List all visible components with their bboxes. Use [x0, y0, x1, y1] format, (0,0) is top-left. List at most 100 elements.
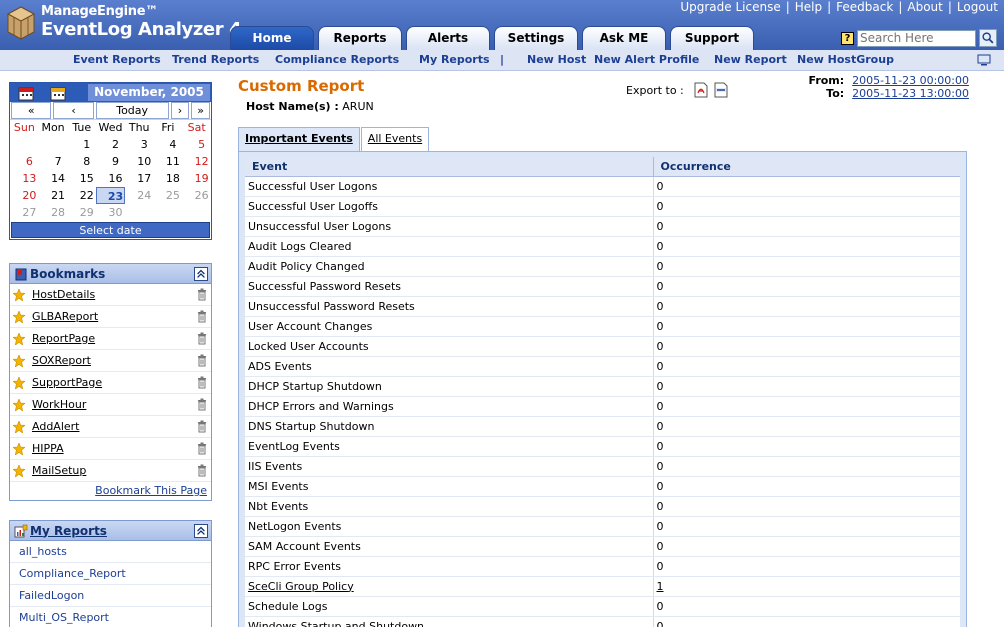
- help-icon[interactable]: ?: [841, 31, 854, 45]
- calendar-day[interactable]: 20: [10, 187, 39, 204]
- calendar-day[interactable]: 12: [182, 153, 211, 170]
- calendar-day[interactable]: 4: [154, 136, 183, 153]
- calendar-range-icon[interactable]: [49, 85, 67, 101]
- calendar-day[interactable]: 22: [67, 187, 96, 204]
- tab-all-events[interactable]: All Events: [360, 127, 430, 151]
- trash-icon[interactable]: [197, 288, 207, 301]
- next-year-button[interactable]: »: [191, 102, 210, 119]
- csv-export-icon[interactable]: [714, 82, 728, 98]
- calendar-day[interactable]: 2: [96, 136, 125, 153]
- subnav-my-reports[interactable]: My Reports: [419, 53, 490, 66]
- subnav-new-alert-profile[interactable]: New Alert Profile: [594, 53, 699, 66]
- calendar-day[interactable]: 9: [96, 153, 125, 170]
- pdf-export-icon[interactable]: [694, 82, 708, 98]
- event-occurrence: 0: [653, 396, 960, 417]
- trash-icon[interactable]: [197, 398, 207, 411]
- host-value: ARUN: [342, 100, 374, 113]
- calendar-day-today[interactable]: 23: [96, 187, 125, 204]
- tab-support[interactable]: Support: [670, 26, 754, 50]
- calendar-day[interactable]: 14: [39, 170, 68, 187]
- next-month-button[interactable]: ›: [170, 102, 190, 119]
- bookmark-link[interactable]: AddAlert: [32, 420, 79, 433]
- subnav-new-report[interactable]: New Report: [714, 53, 787, 66]
- bookmark-link[interactable]: SOXReport: [32, 354, 91, 367]
- bookmark-link[interactable]: MailSetup: [32, 464, 86, 477]
- event-occurrence: 0: [653, 256, 960, 277]
- bookmark-item: GLBAReport: [10, 306, 211, 328]
- report-link[interactable]: Compliance_Report: [19, 567, 126, 580]
- bookmark-link[interactable]: SupportPage: [32, 376, 102, 389]
- calendar-day[interactable]: 16: [96, 170, 125, 187]
- today-button[interactable]: Today: [95, 102, 169, 119]
- bookmark-link[interactable]: HIPPA: [32, 442, 64, 455]
- trash-icon[interactable]: [197, 464, 207, 477]
- calendar-day[interactable]: 1: [67, 136, 96, 153]
- select-date-button[interactable]: Select date: [11, 222, 210, 238]
- tab-ask-me[interactable]: Ask ME: [582, 26, 666, 50]
- prev-month-button[interactable]: ‹: [53, 102, 94, 119]
- calendar-icon[interactable]: [17, 85, 35, 101]
- calendar-day[interactable]: 18: [154, 170, 183, 187]
- bookmark-link[interactable]: HostDetails: [32, 288, 95, 301]
- event-name-link[interactable]: SceCli Group Policy: [248, 580, 354, 593]
- bookmark-link[interactable]: WorkHour: [32, 398, 86, 411]
- calendar-day: 29: [79, 206, 94, 219]
- bookmark-this-page-link[interactable]: Bookmark This Page: [95, 484, 207, 497]
- prev-year-button[interactable]: «: [11, 102, 52, 119]
- calendar-day[interactable]: 5: [182, 136, 211, 153]
- report-link[interactable]: Multi_OS_Report: [19, 611, 109, 624]
- help-link[interactable]: Help: [795, 0, 822, 14]
- tab-alerts[interactable]: Alerts: [406, 26, 490, 50]
- calendar-day[interactable]: 3: [125, 136, 154, 153]
- collapse-icon[interactable]: [194, 524, 208, 538]
- subnav-new-hostgroup[interactable]: New HostGroup: [797, 53, 894, 66]
- calendar-day[interactable]: 15: [67, 170, 96, 187]
- subnav-event-reports[interactable]: Event Reports: [73, 53, 161, 66]
- collapse-icon[interactable]: [194, 267, 208, 281]
- column-header-event: Event: [245, 157, 654, 177]
- brand-name: ManageEngine™: [41, 4, 158, 19]
- calendar-day[interactable]: 13: [10, 170, 39, 187]
- calendar-day[interactable]: 7: [39, 153, 68, 170]
- calendar-day: 24: [137, 189, 152, 202]
- tab-settings[interactable]: Settings: [494, 26, 578, 50]
- tab-reports[interactable]: Reports: [318, 26, 402, 50]
- calendar-day[interactable]: 10: [125, 153, 154, 170]
- upgrade-license-link[interactable]: Upgrade License: [680, 0, 780, 14]
- report-link[interactable]: FailedLogon: [19, 589, 84, 602]
- subnav-trend-reports[interactable]: Trend Reports: [172, 53, 259, 66]
- top-links: Upgrade License | Help | Feedback | About | Logo…: [680, 0, 998, 14]
- monitor-icon[interactable]: [977, 54, 991, 66]
- trash-icon[interactable]: [197, 354, 207, 367]
- search-input[interactable]: [857, 29, 976, 47]
- tab-important-events[interactable]: Important Events: [238, 127, 360, 151]
- to-value[interactable]: 2005-11-23 13:00:00: [852, 87, 969, 100]
- search-icon[interactable]: [979, 29, 997, 47]
- trash-icon[interactable]: [197, 332, 207, 345]
- trash-icon[interactable]: [197, 420, 207, 433]
- trash-icon[interactable]: [197, 442, 207, 455]
- bookmarks-header: Bookmarks: [10, 264, 211, 284]
- feedback-link[interactable]: Feedback: [836, 0, 893, 14]
- bookmark-link[interactable]: GLBAReport: [32, 310, 98, 323]
- subnav-new-host[interactable]: New Host: [527, 53, 586, 66]
- bookmark-link[interactable]: ReportPage: [32, 332, 95, 345]
- bookmark-item: ReportPage: [10, 328, 211, 350]
- my-reports-title[interactable]: My Reports: [30, 524, 107, 538]
- trash-icon[interactable]: [197, 376, 207, 389]
- from-value[interactable]: 2005-11-23 00:00:00: [852, 74, 969, 87]
- trash-icon[interactable]: [197, 310, 207, 323]
- tab-home[interactable]: Home: [230, 26, 314, 50]
- calendar-day[interactable]: 8: [67, 153, 96, 170]
- subnav-compliance-reports[interactable]: Compliance Reports: [275, 53, 399, 66]
- event-occurrence-link[interactable]: 1: [657, 580, 664, 593]
- calendar-day[interactable]: 21: [39, 187, 68, 204]
- report-link[interactable]: all_hosts: [19, 545, 67, 558]
- event-name: NetLogon Events: [245, 516, 654, 537]
- calendar-day[interactable]: 17: [125, 170, 154, 187]
- calendar-day[interactable]: 11: [154, 153, 183, 170]
- about-link[interactable]: About: [907, 0, 942, 14]
- calendar-day[interactable]: 6: [10, 153, 39, 170]
- logout-link[interactable]: Logout: [957, 0, 998, 14]
- calendar-day[interactable]: 19: [182, 170, 211, 187]
